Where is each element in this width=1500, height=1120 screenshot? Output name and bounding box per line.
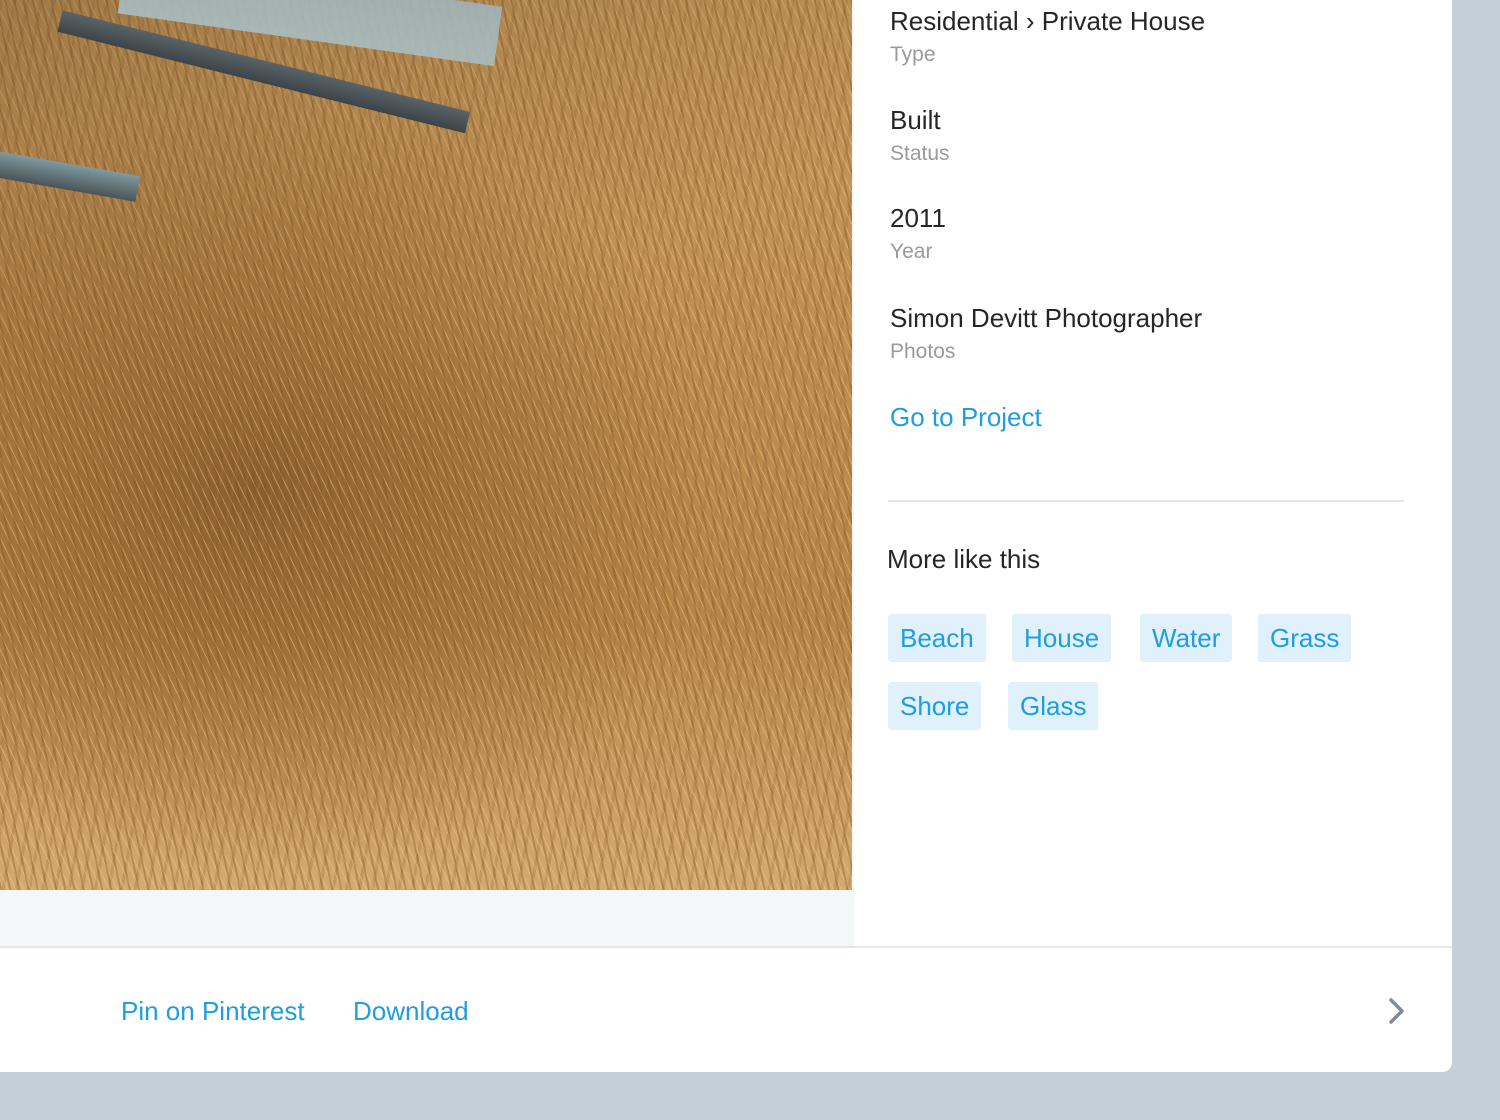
tag-grass[interactable]: Grass <box>1258 614 1352 662</box>
field-photos: Simon Devitt Photographer Photos <box>890 301 1202 367</box>
section-divider <box>888 500 1404 502</box>
more-like-this-heading: More like this <box>887 544 1041 574</box>
field-year: 2011 Year <box>890 201 946 267</box>
photos-label: Photos <box>890 340 956 363</box>
type-label: Type <box>890 43 936 66</box>
project-photo[interactable] <box>0 0 852 890</box>
photo-detail-card: Residential › Private House Type Built S… <box>0 0 1452 1072</box>
year-label: Year <box>890 240 933 263</box>
tag-shore[interactable]: Shore <box>888 682 982 730</box>
go-to-project-link[interactable]: Go to Project <box>890 400 1042 434</box>
tag-glass[interactable]: Glass <box>1008 682 1099 730</box>
action-footer: Pin on Pinterest Download <box>0 946 1452 1072</box>
pin-on-pinterest-link[interactable]: Pin on Pinterest <box>121 994 305 1028</box>
photo-roof-edge-detail <box>0 150 140 202</box>
tag-house[interactable]: House <box>1012 614 1112 662</box>
status-value: Built <box>890 105 941 135</box>
photographer-value[interactable]: Simon Devitt Photographer <box>890 301 1202 335</box>
type-value[interactable]: Residential › Private House <box>890 4 1205 38</box>
download-link[interactable]: Download <box>353 994 469 1028</box>
chevron-right-icon[interactable] <box>1386 996 1408 1026</box>
field-status: Built Status <box>890 103 950 169</box>
tag-water[interactable]: Water <box>1140 614 1233 662</box>
tag-beach[interactable]: Beach <box>888 614 986 662</box>
photo-area <box>0 0 854 946</box>
year-value: 2011 <box>890 203 946 233</box>
field-type: Residential › Private House Type <box>890 4 1205 70</box>
status-label: Status <box>890 142 950 165</box>
